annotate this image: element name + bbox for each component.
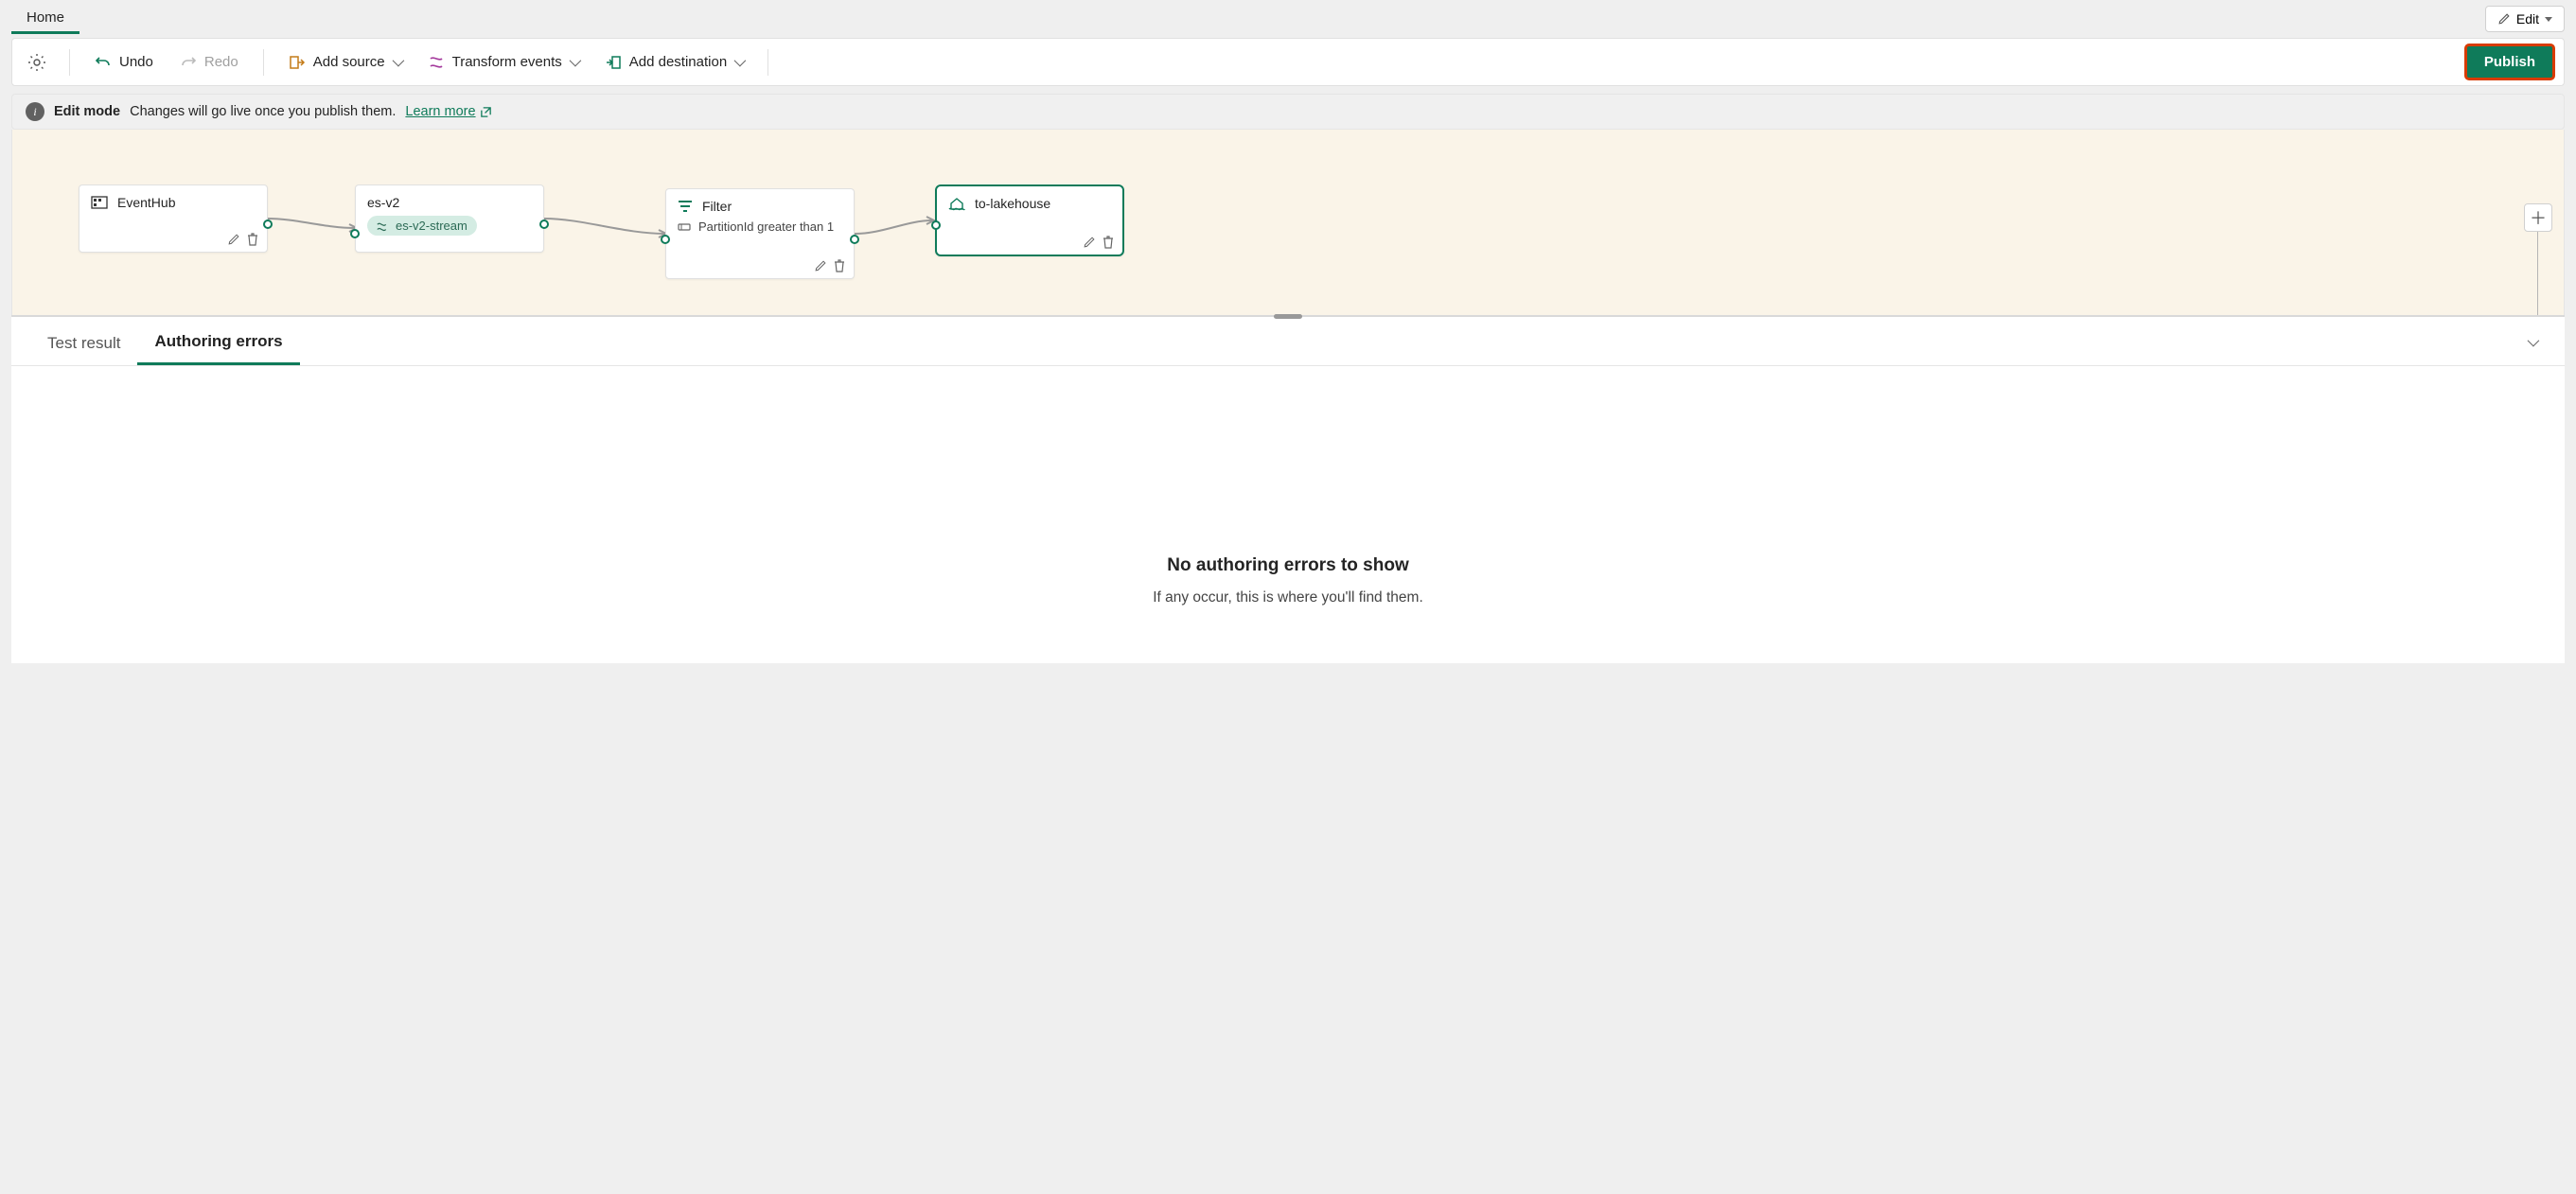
- canvas[interactable]: EventHub es-v2 es-v2-stream: [11, 130, 2565, 315]
- pencil-icon[interactable]: [814, 259, 827, 272]
- info-label: Edit mode: [54, 104, 120, 119]
- toolbar: Undo Redo Add source Transform events Ad…: [11, 38, 2565, 86]
- port-out[interactable]: [263, 219, 273, 229]
- chip-label: es-v2-stream: [396, 219, 468, 233]
- undo-label: Undo: [119, 54, 153, 70]
- node-destination[interactable]: to-lakehouse: [935, 184, 1124, 256]
- add-source-button[interactable]: Add source: [281, 50, 409, 75]
- node-title: EventHub: [117, 195, 175, 210]
- empty-state: No authoring errors to show If any occur…: [11, 366, 2565, 663]
- node-eventhub[interactable]: EventHub: [79, 184, 268, 253]
- port-in[interactable]: [661, 235, 670, 244]
- node-title: Filter: [702, 199, 732, 214]
- external-link-icon: [480, 106, 492, 118]
- divider: [69, 49, 70, 76]
- empty-title: No authoring errors to show: [30, 555, 2546, 576]
- add-destination-label: Add destination: [629, 54, 727, 70]
- trash-icon[interactable]: [833, 259, 846, 272]
- tab-home[interactable]: Home: [11, 2, 79, 34]
- add-node-button[interactable]: ＋: [2524, 203, 2552, 232]
- lakehouse-icon: [948, 196, 965, 211]
- collapse-chevron-icon[interactable]: [2528, 334, 2536, 349]
- add-source-label: Add source: [313, 54, 385, 70]
- learn-more-label: Learn more: [405, 104, 475, 119]
- edit-button-label: Edit: [2516, 11, 2539, 26]
- node-title: es-v2: [367, 195, 399, 210]
- bottom-panel: Test result Authoring errors No authorin…: [11, 315, 2565, 663]
- connector: [855, 217, 940, 245]
- redo-button: Redo: [172, 50, 246, 75]
- divider: [263, 49, 264, 76]
- add-destination-icon: [605, 54, 622, 71]
- trash-icon[interactable]: [1102, 236, 1115, 249]
- chevron-down-icon: [570, 54, 578, 70]
- transform-icon: [428, 54, 445, 71]
- condition-icon: [678, 221, 691, 233]
- node-title: to-lakehouse: [975, 196, 1050, 211]
- trash-icon[interactable]: [246, 233, 259, 246]
- add-source-icon: [289, 54, 306, 71]
- stream-chip: es-v2-stream: [367, 216, 477, 236]
- pencil-icon: [2497, 12, 2511, 26]
- port-in[interactable]: [931, 220, 941, 230]
- empty-subtitle: If any occur, this is where you'll find …: [30, 589, 2546, 606]
- port-out[interactable]: [850, 235, 859, 244]
- redo-icon: [180, 54, 197, 71]
- transform-label: Transform events: [452, 54, 562, 70]
- port-out[interactable]: [539, 219, 549, 229]
- tab-test-result[interactable]: Test result: [30, 319, 137, 364]
- node-subtitle: PartitionId greater than 1: [698, 219, 834, 234]
- pencil-icon[interactable]: [227, 233, 240, 246]
- publish-button[interactable]: Publish: [2465, 44, 2554, 79]
- redo-label: Redo: [204, 54, 238, 70]
- filter-icon: [678, 200, 693, 213]
- caret-down-icon: [2545, 17, 2552, 22]
- undo-icon: [95, 54, 112, 71]
- undo-button[interactable]: Undo: [87, 50, 161, 75]
- plus-connector-line: [2537, 232, 2538, 315]
- connector: [268, 213, 362, 232]
- node-filter[interactable]: Filter PartitionId greater than 1: [665, 188, 855, 279]
- pencil-icon[interactable]: [1083, 236, 1096, 249]
- edit-button[interactable]: Edit: [2485, 6, 2565, 32]
- resize-handle[interactable]: [1274, 314, 1302, 319]
- tab-authoring-errors[interactable]: Authoring errors: [137, 317, 299, 365]
- bottom-tabbar: Test result Authoring errors: [11, 317, 2565, 366]
- info-message: Changes will go live once you publish th…: [130, 104, 396, 119]
- transform-events-button[interactable]: Transform events: [420, 50, 586, 75]
- gear-icon[interactable]: [22, 51, 52, 74]
- info-icon: i: [26, 102, 44, 121]
- chevron-down-icon: [393, 54, 401, 70]
- connector: [544, 213, 672, 241]
- node-stream[interactable]: es-v2 es-v2-stream: [355, 184, 544, 253]
- port-in[interactable]: [350, 229, 360, 238]
- learn-more-link[interactable]: Learn more: [405, 104, 491, 119]
- chevron-down-icon: [734, 54, 743, 70]
- eventhub-icon: [91, 196, 108, 209]
- info-bar: i Edit mode Changes will go live once yo…: [11, 94, 2565, 130]
- add-destination-button[interactable]: Add destination: [597, 50, 750, 75]
